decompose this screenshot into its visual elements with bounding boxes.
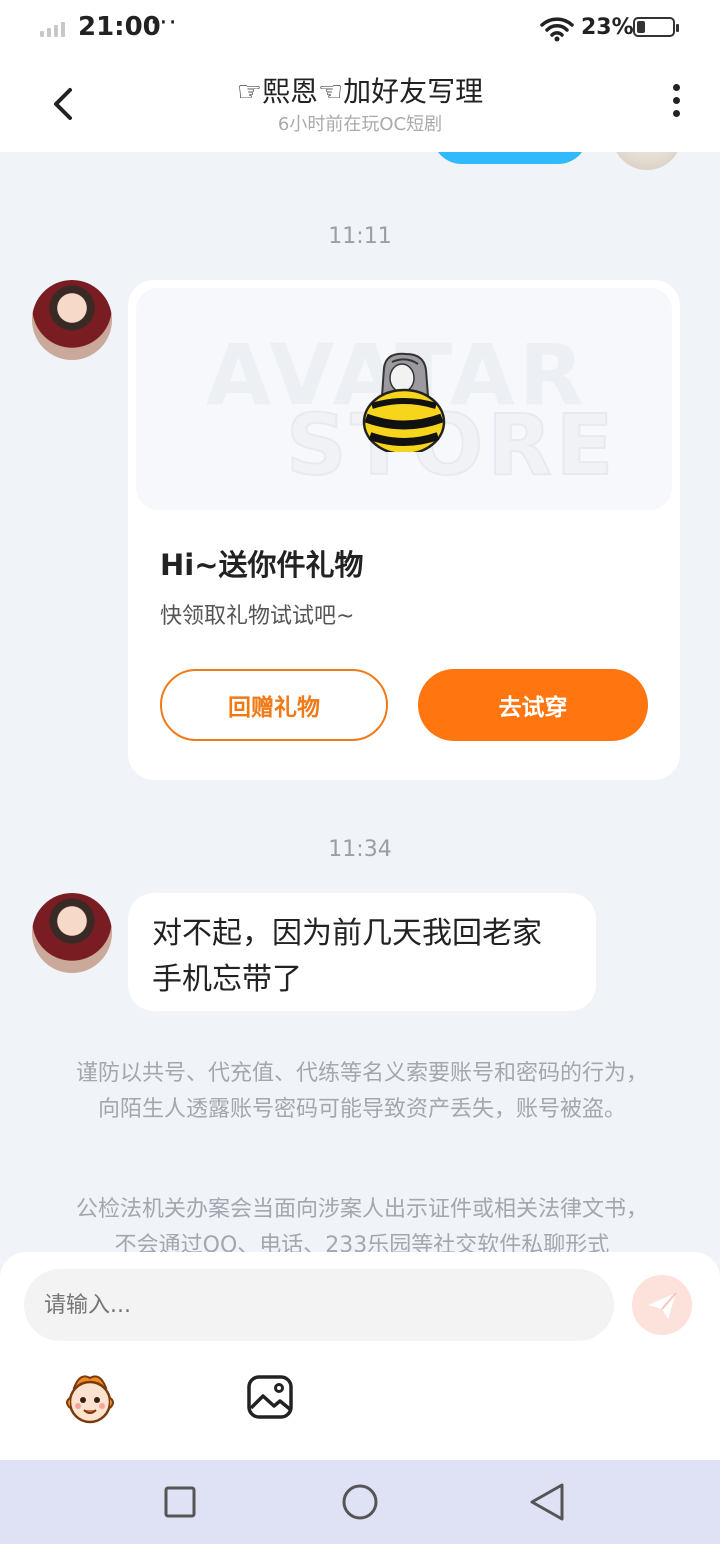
input-panel [0, 1252, 720, 1460]
wifi-icon [540, 17, 574, 42]
message-time: 11:34 [328, 837, 392, 862]
signal-icon [40, 22, 65, 37]
sender-avatar[interactable] [32, 893, 112, 973]
gift-card[interactable]: AVATAR STORE Hi~送你件礼物 快领取礼物试试吧~ 回赠礼物 去试穿 [128, 280, 680, 780]
sender-avatar[interactable] [32, 280, 112, 360]
battery-icon [633, 17, 679, 37]
send-icon[interactable] [632, 1275, 692, 1335]
emoji-mascot-icon[interactable] [60, 1368, 120, 1428]
nav-square-icon[interactable] [164, 1486, 196, 1518]
chat-title: ☞熙恩☜加好友写理 [236, 75, 484, 108]
battery-percent: 23% [581, 15, 634, 40]
top-bar: 21:00 ··· 23% ☞熙恩☜加好友写理 6小时前在玩OC短剧 [0, 0, 720, 152]
system-navigation-bar [0, 1460, 720, 1544]
gift-card-image: AVATAR STORE [136, 288, 672, 510]
try-on-button[interactable]: 去试穿 [418, 669, 648, 741]
gift-card-title: Hi~送你件礼物 [160, 548, 364, 582]
nav-back-triangle-icon[interactable] [528, 1482, 566, 1522]
status-bar: 21:00 ··· 23% [0, 0, 720, 58]
message-line: 手机忘带了 [152, 962, 302, 997]
status-time: 21:00 [78, 12, 161, 42]
return-gift-button[interactable]: 回赠礼物 [160, 669, 388, 741]
message-line: 对不起，因为前几天我回老家 [152, 916, 542, 951]
image-icon[interactable] [246, 1374, 294, 1420]
chat-subtitle: 6小时前在玩OC短剧 [277, 114, 443, 135]
more-vertical-icon[interactable] [664, 84, 688, 124]
status-more-dots: ··· [150, 8, 178, 38]
message-input[interactable] [24, 1269, 614, 1341]
gift-item-icon [362, 352, 446, 452]
watermark-store: STORE [285, 395, 618, 495]
message-time: 11:11 [328, 224, 392, 249]
battery-fill [637, 21, 645, 33]
gift-card-subtitle: 快领取礼物试试吧~ [160, 604, 355, 629]
text-message-bubble[interactable]: 对不起，因为前几天我回老家 手机忘带了 [128, 893, 596, 1011]
safety-notice: 谨防以共号、代充值、代练等名义索要账号和密码的行为，向陌生人透露账号密码可能导致… [75, 1061, 648, 1122]
nav-circle-icon[interactable] [341, 1483, 379, 1521]
